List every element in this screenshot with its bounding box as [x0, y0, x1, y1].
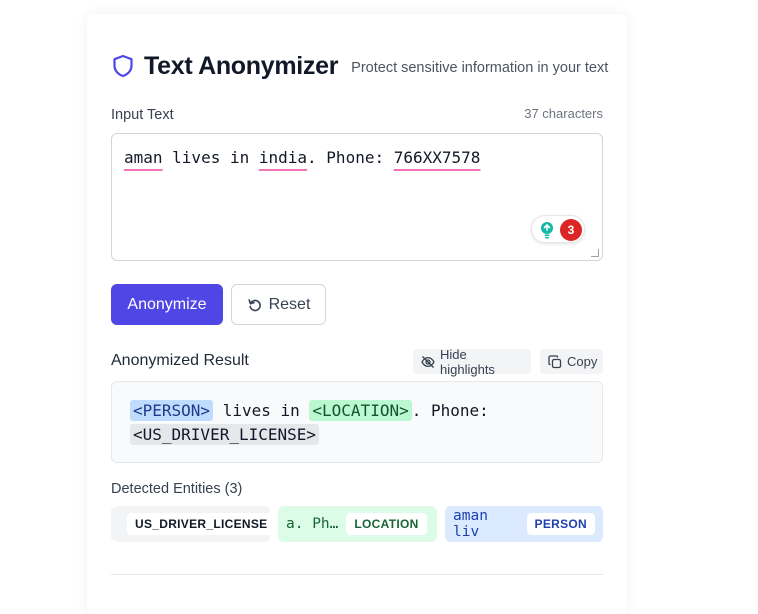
input-word: india	[258, 148, 308, 167]
entity-chip-location[interactable]: a. Ph… LOCATION	[278, 506, 437, 542]
entity-text: a. Ph…	[286, 516, 339, 532]
copy-button[interactable]: Copy	[540, 349, 603, 374]
input-text: . Phone:	[307, 148, 394, 167]
copy-label: Copy	[567, 354, 598, 369]
page-subtitle: Protect sensitive information in your te…	[351, 60, 609, 76]
copy-icon	[548, 354, 562, 369]
entity-type-badge: PERSON	[526, 513, 595, 535]
app-header: Text Anonymizer Protect sensitive inform…	[112, 48, 608, 84]
page-title: Text Anonymizer	[144, 51, 339, 80]
hide-highlights-label: Hide highlights	[440, 346, 495, 377]
char-count: 37 characters	[524, 106, 603, 121]
entity-type-badge: US_DRIVER_LICENSE	[127, 513, 276, 535]
lightbulb-icon	[539, 221, 555, 239]
result-label: Anonymized Result	[111, 352, 249, 369]
reset-button[interactable]: Reset	[231, 284, 326, 325]
section-divider	[111, 574, 603, 575]
shield-icon	[112, 54, 134, 78]
entity-text: aman liv	[453, 508, 488, 540]
reset-label: Reset	[268, 295, 311, 313]
input-label: Input Text	[111, 107, 174, 123]
input-textarea[interactable]: aman lives in india. Phone: 766XX7578	[111, 133, 603, 261]
result-output[interactable]: <PERSON> lives in <LOCATION>. Phone: <US…	[111, 381, 603, 463]
eye-off-icon	[421, 355, 435, 369]
entity-chip-person[interactable]: aman liv PERSON	[445, 506, 603, 542]
anonymize-button[interactable]: Anonymize	[111, 284, 223, 325]
issue-count-badge: 3	[560, 219, 582, 241]
location-tag: <LOCATION>	[309, 400, 412, 421]
hide-highlights-button[interactable]: Hide highlights	[413, 346, 531, 377]
input-text: lives in	[162, 148, 259, 167]
resize-handle[interactable]	[591, 249, 599, 257]
entity-type-badge: LOCATION	[346, 513, 427, 535]
reset-icon	[247, 297, 263, 313]
entities-label: Detected Entities (3)	[111, 481, 243, 497]
result-text: lives in	[213, 401, 310, 420]
grammarly-widget[interactable]: 3	[531, 215, 585, 243]
license-tag: <US_DRIVER_LICENSE>	[130, 424, 320, 445]
result-text: . Phone:	[411, 401, 489, 420]
input-word: aman	[124, 148, 163, 167]
entity-chip-license[interactable]: US_DRIVER_LICENSE	[111, 506, 276, 542]
input-word: 766XX7578	[393, 148, 481, 167]
person-tag: <PERSON>	[130, 400, 214, 421]
